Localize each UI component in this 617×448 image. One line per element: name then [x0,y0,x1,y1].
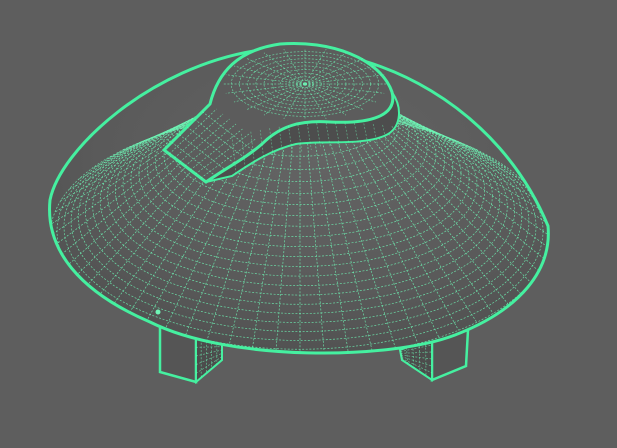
3d-viewport[interactable] [0,0,617,448]
viewport-canvas[interactable] [0,0,617,448]
vertex-marker [155,309,161,315]
